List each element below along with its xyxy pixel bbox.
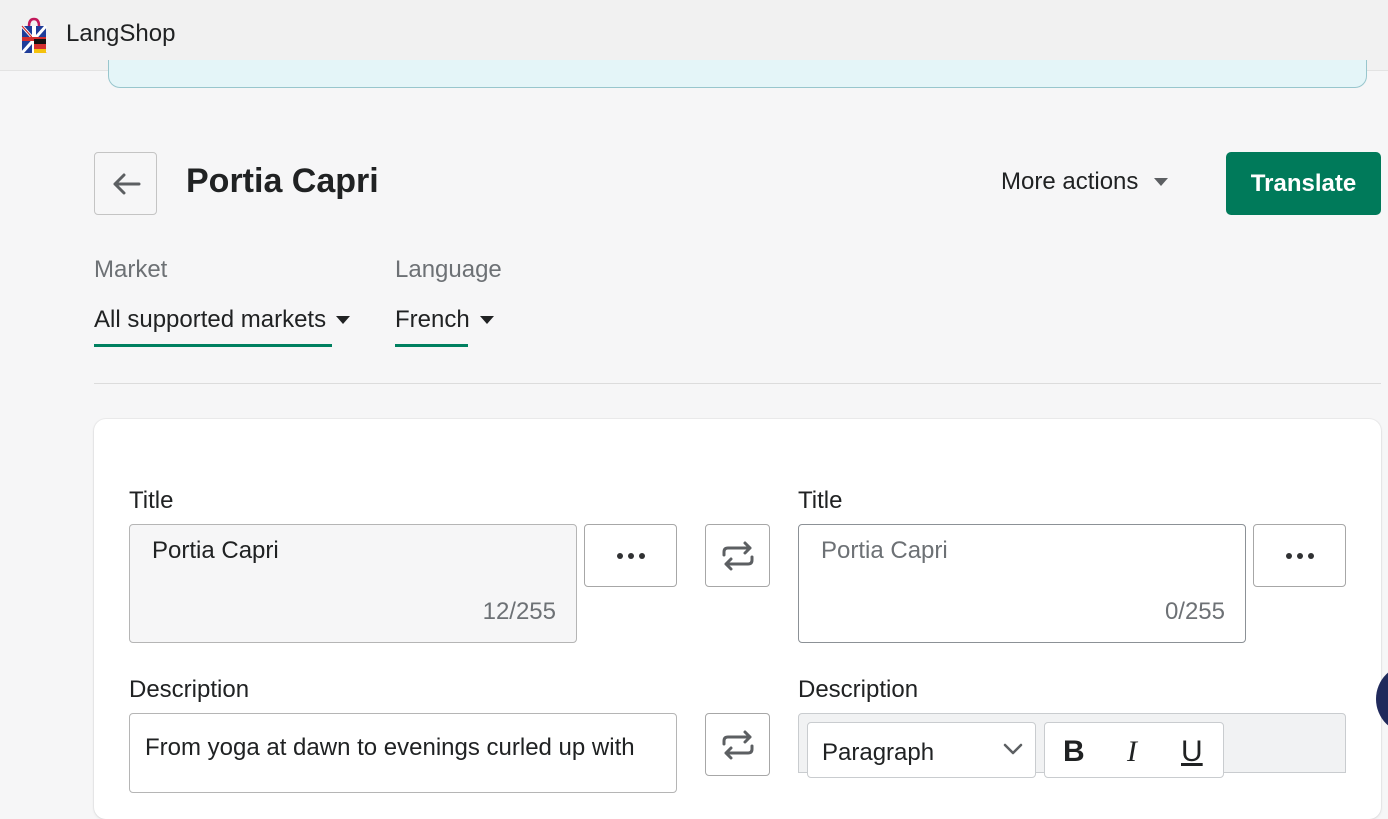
app-name: LangShop bbox=[66, 20, 176, 47]
info-banner bbox=[108, 60, 1367, 88]
back-button[interactable] bbox=[94, 152, 157, 215]
caret-down-icon bbox=[1154, 178, 1169, 186]
ellipsis-icon bbox=[1285, 552, 1314, 559]
copy-title-button[interactable] bbox=[705, 524, 770, 587]
source-title-field: Portia Capri 12/255 bbox=[129, 524, 577, 643]
language-value: French bbox=[395, 306, 470, 333]
source-title-label: Title bbox=[129, 487, 174, 514]
repeat-icon bbox=[722, 730, 753, 759]
shopping-bag-flags-icon bbox=[20, 17, 48, 53]
target-title-placeholder: Portia Capri bbox=[821, 537, 948, 564]
paragraph-format-select[interactable]: Paragraph bbox=[807, 722, 1036, 778]
language-underline bbox=[395, 344, 468, 347]
source-title-more-button[interactable] bbox=[584, 524, 677, 587]
target-title-more-button[interactable] bbox=[1253, 524, 1346, 587]
arrow-left-icon bbox=[113, 173, 140, 194]
chevron-down-icon bbox=[1003, 743, 1023, 755]
repeat-icon bbox=[722, 541, 753, 570]
target-title-input[interactable]: Portia Capri 0/255 bbox=[798, 524, 1246, 643]
caret-down-icon bbox=[479, 316, 494, 324]
translate-button[interactable]: Translate bbox=[1226, 152, 1381, 215]
source-description-value: From yoga at dawn to evenings curled up … bbox=[145, 734, 635, 761]
source-description-label: Description bbox=[129, 676, 250, 703]
text-style-group: B I U bbox=[1044, 722, 1224, 778]
more-actions-label: More actions bbox=[1001, 168, 1139, 195]
copy-description-button[interactable] bbox=[705, 713, 770, 776]
market-value: All supported markets bbox=[94, 306, 327, 333]
caret-down-icon bbox=[336, 316, 351, 324]
language-select[interactable]: French bbox=[395, 306, 494, 334]
page-title: Portia Capri bbox=[186, 162, 379, 200]
divider bbox=[94, 383, 1381, 384]
market-label: Market bbox=[94, 256, 168, 283]
ellipsis-icon bbox=[616, 552, 645, 559]
target-description-label: Description bbox=[798, 676, 919, 703]
source-title-value: Portia Capri bbox=[152, 537, 279, 564]
format-value: Paragraph bbox=[822, 739, 935, 766]
target-title-label: Title bbox=[798, 487, 843, 514]
target-title-count: 0/255 bbox=[1164, 598, 1225, 625]
more-actions-button[interactable]: More actions bbox=[1001, 168, 1169, 196]
source-description-field: From yoga at dawn to evenings curled up … bbox=[129, 713, 677, 793]
language-label: Language bbox=[395, 256, 502, 283]
source-title-count: 12/255 bbox=[482, 598, 556, 625]
market-select[interactable]: All supported markets bbox=[94, 306, 351, 334]
rich-text-toolbar: Paragraph B I U bbox=[798, 713, 1346, 778]
market-underline bbox=[94, 344, 332, 347]
